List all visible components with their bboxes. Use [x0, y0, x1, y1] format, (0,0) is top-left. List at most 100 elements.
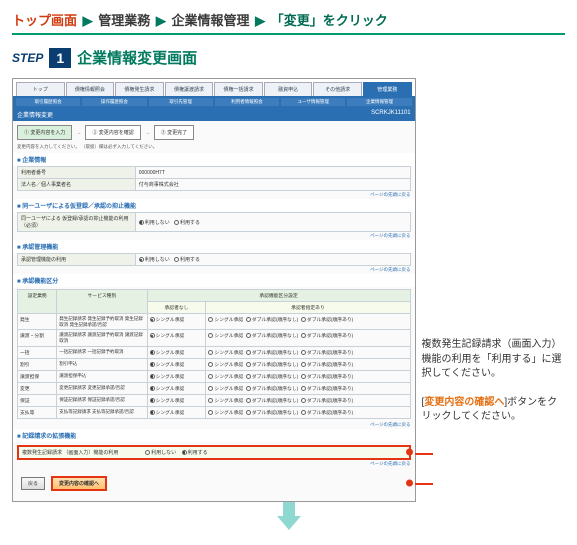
multi-request-row: 複数発生記録請求 （画面入力）機能の利用 利用しない 利用する: [17, 445, 411, 460]
radio-icon[interactable]: [301, 333, 306, 338]
grid-cell-assign: シングル承認 ダブル承認(順序なし) ダブル承認(順序あり): [206, 330, 410, 346]
radio-icon[interactable]: [301, 410, 306, 415]
callout-line-icon: [415, 483, 433, 485]
grid-cell-service: 譲渡担保申込: [57, 370, 147, 382]
radio-icon[interactable]: [150, 317, 155, 322]
radio-icon[interactable]: [246, 317, 251, 322]
grid-cell-noassign: シングル承認: [147, 346, 206, 358]
tab-loan[interactable]: 融資申込: [264, 82, 313, 96]
radio-icon[interactable]: [150, 398, 155, 403]
callout-2-btn: 変更内容の確認へ: [424, 397, 504, 408]
grid-h-service: サービス種別: [57, 290, 147, 314]
down-arrow-icon: [277, 516, 301, 530]
grid-cell-business: 一括: [18, 346, 57, 358]
tab-batch[interactable]: 債権一括請求: [214, 82, 263, 96]
grid-cell-assign: シングル承認 ダブル承認(順序なし) ダブル承認(順序あり): [206, 370, 410, 382]
callout-line-icon: [415, 453, 433, 455]
tab-issue[interactable]: 債権発生請求: [115, 82, 164, 96]
tab-other[interactable]: その他請求: [313, 82, 362, 96]
radio-icon[interactable]: [246, 398, 251, 403]
grid-cell-business: 割引: [18, 358, 57, 370]
grid-cell-noassign: シングル承認: [147, 370, 206, 382]
company-table: 利用者番号 000000H7T 法人名／個人事業者名 付与商事株式会社: [17, 166, 411, 191]
subtab-2[interactable]: 取引先管理: [149, 98, 213, 106]
approval-grid: 設定業務 サービス種別 承認機能区分設定 承認者なし 承認者指定あり 発生発生記…: [17, 289, 411, 419]
company-key-0: 利用者番号: [18, 167, 136, 179]
confirm-button[interactable]: 変更内容の確認へ: [51, 476, 107, 491]
radio-icon[interactable]: [208, 410, 213, 415]
page-top-link[interactable]: ページの先頭に戻る: [13, 421, 415, 429]
radio-icon[interactable]: [182, 450, 187, 455]
radio-icon[interactable]: [150, 386, 155, 391]
radio-icon[interactable]: [208, 333, 213, 338]
radio-icon[interactable]: [145, 450, 150, 455]
section-sameuser-title: 同一ユーザによる仮登録／承認の抑止機能: [13, 199, 415, 212]
radio-icon[interactable]: [208, 317, 213, 322]
radio-icon[interactable]: [301, 350, 306, 355]
sameuser-val: 利用しない 利用する: [135, 213, 410, 232]
radio-label-no: 利用しない: [145, 220, 170, 226]
grid-cell-business: 支払等: [18, 406, 57, 418]
radio-icon[interactable]: [150, 350, 155, 355]
tab-transfer[interactable]: 債権譲渡請求: [165, 82, 214, 96]
subtab-3[interactable]: 利用者情報照会: [215, 98, 279, 106]
section-company-title: 企業情報: [13, 153, 415, 166]
grid-row: 保証保証記録請求 保証記録承諾/否認シングル承認シングル承認 ダブル承認(順序な…: [18, 394, 411, 406]
page-top-link[interactable]: ページの先頭に戻る: [13, 460, 415, 468]
radio-icon[interactable]: [150, 410, 155, 415]
page-top-link[interactable]: ページの先頭に戻る: [13, 191, 415, 199]
tab-top[interactable]: トップ: [16, 82, 65, 96]
top-tabs: トップ 債権情報照会 債権発生請求 債権譲渡請求 債権一括請求 融資申込 その他…: [13, 79, 415, 96]
step-arrow-icon: →: [76, 130, 81, 136]
grid-cell-business: 発生: [18, 314, 57, 330]
radio-icon[interactable]: [246, 410, 251, 415]
radio-icon[interactable]: [246, 362, 251, 367]
grid-h-business: 設定業務: [18, 290, 57, 314]
radio-icon[interactable]: [301, 386, 306, 391]
radio-icon[interactable]: [208, 350, 213, 355]
radio-icon[interactable]: [246, 374, 251, 379]
radio-icon[interactable]: [301, 317, 306, 322]
radio-icon[interactable]: [208, 374, 213, 379]
subtab-1[interactable]: 操作履歴照会: [82, 98, 146, 106]
radio-label-yes: 利用する: [180, 257, 200, 263]
grid-row: 譲渡・分割譲渡記録請求 譲渡記録予約取消 譲渡記録取消シングル承認シングル承認 …: [18, 330, 411, 346]
radio-icon[interactable]: [208, 398, 213, 403]
radio-icon[interactable]: [301, 398, 306, 403]
radio-icon[interactable]: [208, 386, 213, 391]
tab-admin[interactable]: 管理業務: [363, 82, 412, 96]
radio-icon[interactable]: [139, 257, 144, 262]
radio-icon[interactable]: [150, 362, 155, 367]
subtab-4[interactable]: ユーザ情報管理: [281, 98, 345, 106]
breadcrumb-item-2: 企業情報管理: [172, 13, 250, 28]
page-title: 企業情報変更: [17, 110, 53, 119]
radio-icon[interactable]: [150, 374, 155, 379]
step-3-box: ③ 変更完了: [154, 125, 194, 140]
page-top-link[interactable]: ページの先頭に戻る: [13, 266, 415, 274]
radio-icon[interactable]: [246, 386, 251, 391]
step-label: STEP: [12, 51, 43, 65]
company-val-1: 付与商事株式会社: [135, 179, 410, 191]
radio-icon[interactable]: [246, 350, 251, 355]
radio-icon[interactable]: [174, 257, 179, 262]
grid-cell-assign: シングル承認 ダブル承認(順序なし) ダブル承認(順序あり): [206, 346, 410, 358]
tab-inquiry[interactable]: 債権情報照会: [66, 82, 115, 96]
sameuser-table: 同一ユーザによる 仮登録/承認の抑止機能の利用（必須） 利用しない 利用する: [17, 212, 411, 232]
step-arrow-icon: →: [145, 130, 150, 136]
radio-icon[interactable]: [246, 333, 251, 338]
radio-icon[interactable]: [150, 333, 155, 338]
callout-dot-icon: [406, 480, 413, 487]
radio-icon[interactable]: [301, 362, 306, 367]
back-button[interactable]: 戻る: [21, 477, 45, 490]
breadcrumb: トップ画面 ▶ 管理業務 ▶ 企業情報管理 ▶ 「変更」をクリック: [12, 10, 565, 35]
subtab-5[interactable]: 企業情報管理: [347, 98, 411, 106]
radio-icon[interactable]: [174, 220, 179, 225]
grid-row: 譲渡担保譲渡担保申込シングル承認シングル承認 ダブル承認(順序なし) ダブル承認…: [18, 370, 411, 382]
radio-label-yes: 利用する: [180, 220, 200, 226]
radio-icon[interactable]: [301, 374, 306, 379]
radio-icon[interactable]: [208, 362, 213, 367]
company-val-0: 000000H7T: [135, 167, 410, 179]
subtab-0[interactable]: 取引履歴照会: [16, 98, 80, 106]
radio-icon[interactable]: [139, 220, 144, 225]
page-top-link[interactable]: ページの先頭に戻る: [13, 232, 415, 240]
